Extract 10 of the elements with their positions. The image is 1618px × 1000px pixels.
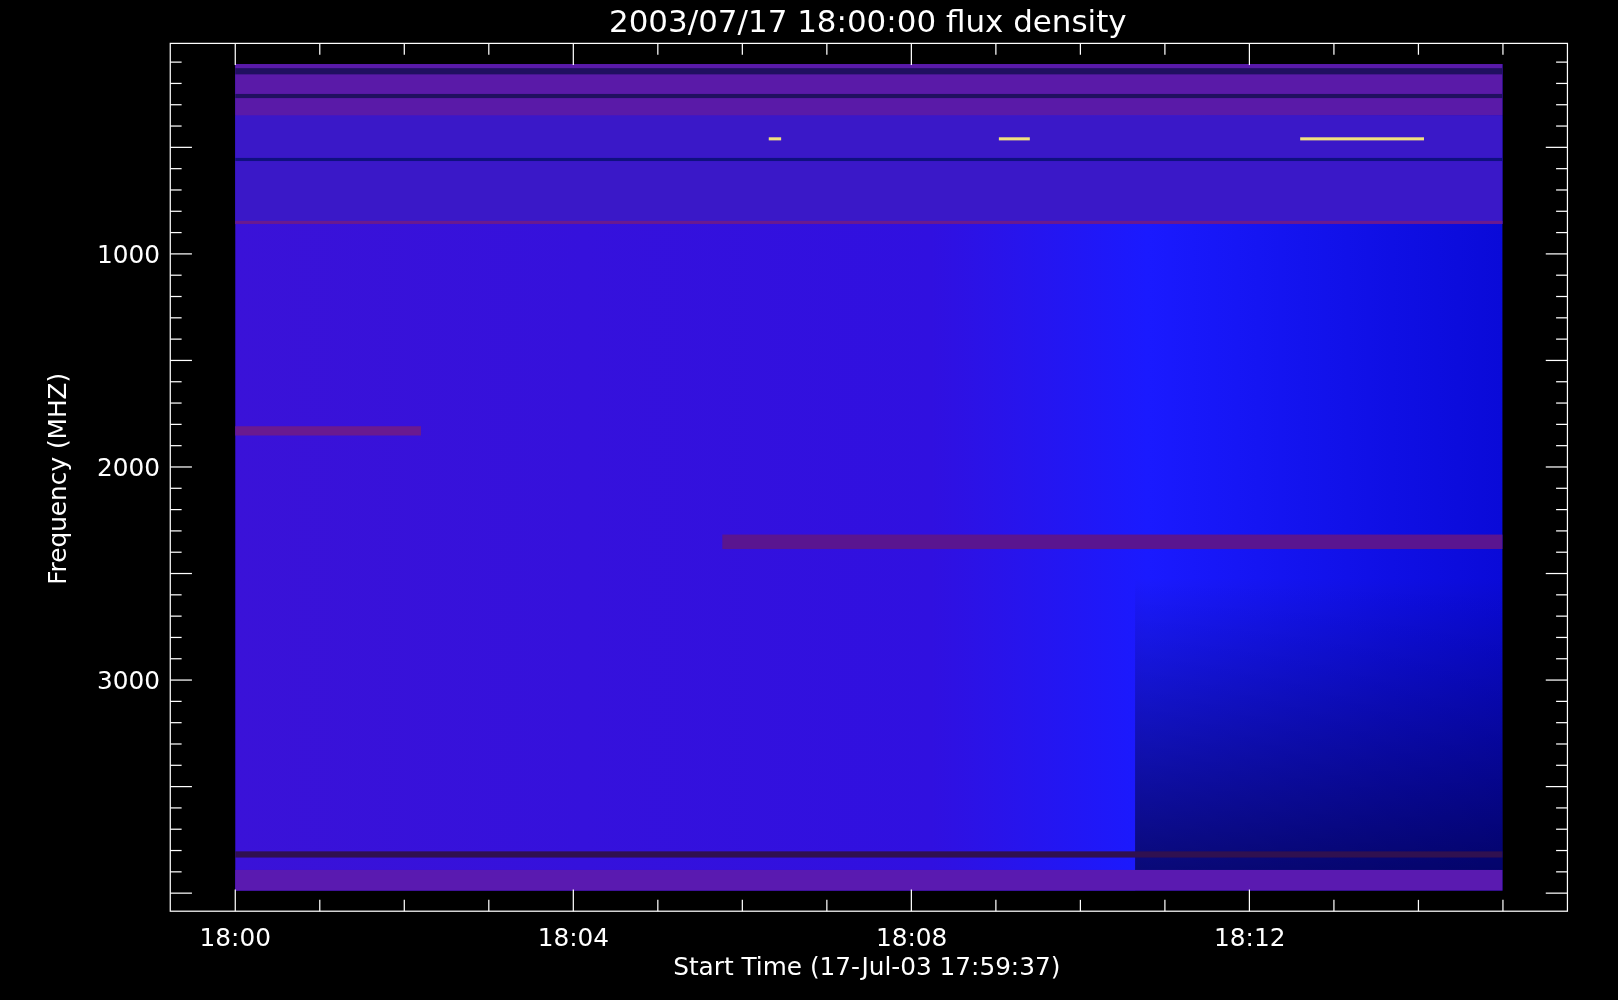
axis-tick-label: 1000 [96,240,160,270]
axis-label: Frequency (MHZ) [43,372,73,585]
axis-tick-label: 18:08 [875,923,948,953]
axis-tick-label: 18:00 [199,923,271,953]
axis-label: Start Time (17-Jul-03 17:59:37) [673,952,1061,982]
axis-tick-label: 2000 [96,453,160,483]
axis-tick-label: 18:04 [537,923,610,953]
axis-tick-label: 18:12 [1214,923,1286,953]
chart-title: 2003/07/17 18:00:00 flux density [609,3,1127,40]
axis-tick-label: 3000 [96,666,160,696]
